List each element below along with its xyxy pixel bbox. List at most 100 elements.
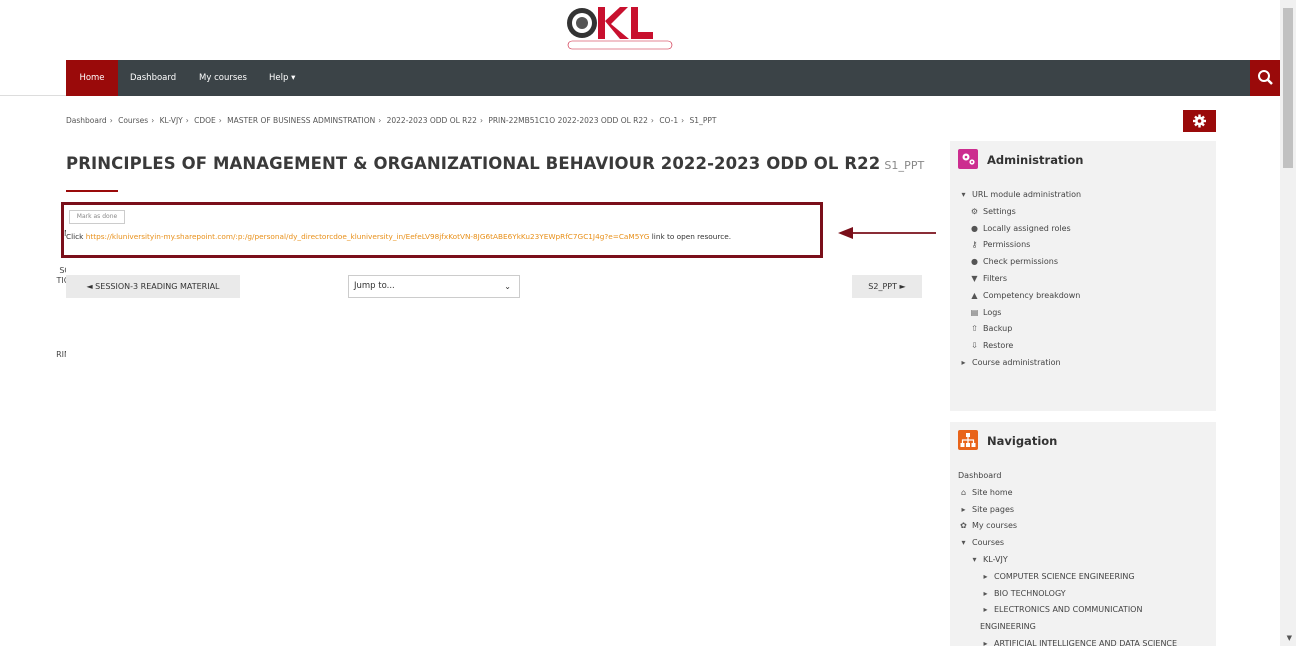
navigation-block: Navigation Dashboard ⌂ Site home ▸ Site page…: [950, 422, 1216, 646]
resource-url-link[interactable]: https://kluniversityin-my.sharepoint.com…: [86, 232, 650, 241]
tree-item[interactable]: ▾ URL module administration: [958, 187, 1081, 204]
chevron-down-icon: ⌄: [504, 282, 511, 291]
tree-item-label: ARTIFICIAL INTELLIGENCE AND DATA SCIENCE: [994, 638, 1178, 646]
tree-item-label: URL module administration: [972, 190, 1082, 199]
admin-tree: ▾ URL module administration ⚙ Settings ● Loca…: [958, 187, 1081, 372]
search-button[interactable]: [1250, 60, 1280, 96]
tree-item[interactable]: ▸ Course administration: [958, 355, 1081, 372]
tree-item[interactable]: ▸ COMPUTER SCIENCE ENGINEERING: [958, 569, 1177, 586]
breadcrumb-item[interactable]: 2022-2023 ODD OL R22: [387, 116, 477, 125]
nav-my-courses[interactable]: My courses: [199, 60, 247, 96]
breadcrumb-item[interactable]: MASTER OF BUSINESS ADMINSTRATION: [227, 116, 375, 125]
tree-item[interactable]: ▼ Filters: [958, 271, 1081, 288]
tree-item[interactable]: ⚙ Settings: [958, 204, 1081, 221]
caret-right-icon: ▸: [983, 638, 988, 646]
logo-graphic: [567, 7, 673, 50]
drawer-text: SC: [59, 266, 66, 275]
user-icon: ●: [971, 223, 978, 233]
scrollbar-thumb[interactable]: [1283, 8, 1293, 168]
breadcrumb-item[interactable]: CDOE: [194, 116, 216, 125]
caret-right-icon: ▸: [983, 605, 988, 615]
tree-item-label: Check permissions: [983, 257, 1059, 267]
caret-down-icon: ▾: [972, 554, 977, 564]
tree-item[interactable]: ⚷ Permissions: [958, 237, 1081, 254]
breadcrumb-item[interactable]: Courses: [118, 116, 148, 125]
tree-item-label: Settings: [983, 206, 1016, 216]
tree-item[interactable]: ● Locally assigned roles: [958, 221, 1081, 238]
kl-university-logo[interactable]: [560, 3, 680, 55]
jump-to-select[interactable]: Jump to... ⌄: [348, 275, 520, 298]
tree-item-label: Backup: [983, 324, 1013, 334]
navigation-tree: Dashboard ⌂ Site home ▸ Site pages ✿ My course…: [958, 468, 1177, 646]
next-activity-button[interactable]: S2_PPT ►: [852, 275, 922, 298]
caret-right-icon: ▸: [983, 571, 988, 581]
tree-item[interactable]: ▸ Site pages: [958, 502, 1177, 519]
drawer-divider: [0, 95, 66, 96]
restore-icon: ⇩: [971, 341, 978, 351]
title-underline: [66, 190, 118, 192]
nav-dashboard[interactable]: Dashboard: [130, 60, 176, 96]
tree-item-label: Site home: [972, 487, 1013, 497]
tree-item-label: Course administration: [972, 357, 1061, 367]
logs-icon: ▤: [970, 307, 979, 317]
breadcrumb-item[interactable]: Dashboard: [66, 116, 107, 125]
tree-item-label: Permissions: [983, 240, 1031, 250]
tree-item[interactable]: ⇧ Backup: [958, 321, 1081, 338]
previous-activity-button[interactable]: ◄ SESSION-3 READING MATERIAL: [66, 275, 240, 298]
tree-item-label: Logs: [983, 307, 1002, 317]
tree-item[interactable]: Dashboard: [958, 468, 1177, 485]
tree-item[interactable]: ✿ My courses: [958, 518, 1177, 535]
tree-item-label: Locally assigned roles: [983, 223, 1071, 233]
tree-item[interactable]: ▸ ELECTRONICS AND COMMUNICATION: [958, 602, 1177, 619]
nav-home[interactable]: Home: [66, 60, 118, 96]
breadcrumb: Dashboard › Courses › KL-VJY › CDOE › MASTER…: [66, 116, 717, 125]
tree-item[interactable]: ▤ Logs: [958, 305, 1081, 322]
breadcrumb-item[interactable]: S1_PPT: [690, 116, 717, 125]
administration-block: Administration ▾ URL module administratio…: [950, 141, 1216, 411]
tree-item[interactable]: ⌂ Site home: [958, 485, 1177, 502]
tree-item[interactable]: ● Check permissions: [958, 254, 1081, 271]
breadcrumb-item[interactable]: PRIN-22MB51C1O 2022-2023 ODD OL R22: [488, 116, 648, 125]
tree-item-label: My courses: [972, 521, 1018, 531]
page-subtitle: S1_PPT: [884, 159, 925, 172]
tree-item-label: Restore: [983, 341, 1014, 351]
user-check-icon: ●: [971, 257, 978, 267]
sitemap-icon: [958, 430, 978, 450]
scroll-down-arrow-icon[interactable]: ▼: [1287, 634, 1292, 642]
tree-item[interactable]: ⇩ Restore: [958, 338, 1081, 355]
tree-item-label: Dashboard: [958, 471, 1002, 480]
tree-item[interactable]: ▸ ARTIFICIAL INTELLIGENCE AND DATA SCIENC…: [958, 636, 1177, 646]
tree-item-label: Competency breakdown: [983, 290, 1081, 300]
tree-item[interactable]: ▲ Competency breakdown: [958, 288, 1081, 305]
gear-icon: ⚙: [970, 206, 979, 216]
nav-block-title: Navigation: [987, 434, 1058, 448]
tree-item[interactable]: ▾ Courses: [958, 535, 1177, 552]
page-settings-button[interactable]: [1183, 110, 1216, 132]
page-title: PRINCIPLES OF MANAGEMENT & ORGANIZATIONA…: [66, 154, 925, 173]
tree-item-label: BIO TECHNOLOGY: [994, 588, 1066, 598]
caret-right-icon: ▸: [961, 357, 966, 367]
caret-right-icon: ▸: [983, 588, 988, 598]
page-scrollbar[interactable]: ▼: [1280, 0, 1296, 646]
admin-cogs-icon: [958, 149, 978, 169]
drawer-text: RIN: [56, 350, 66, 359]
nav-help[interactable]: Help ▾: [269, 60, 295, 96]
search-icon: [1258, 70, 1273, 85]
tree-item-label: KL-VJY: [983, 554, 1008, 564]
tree-item[interactable]: ENGINEERING: [958, 619, 1177, 636]
breadcrumb-item[interactable]: CO-1: [659, 116, 678, 125]
mark-as-done-button[interactable]: Mark as done: [69, 210, 125, 224]
tree-item-label: COMPUTER SCIENCE ENGINEERING: [994, 571, 1135, 581]
breadcrumb-item[interactable]: KL-VJY: [160, 116, 183, 125]
backup-icon: ⇧: [971, 324, 978, 334]
resource-link-line: Click https://kluniversityin-my.sharepoi…: [66, 232, 732, 241]
left-drawer-edge: N SC TIO RIN: [0, 95, 66, 646]
tree-item[interactable]: ▸ BIO TECHNOLOGY: [958, 586, 1177, 603]
courses-icon: ✿: [960, 521, 967, 531]
competency-icon: ▲: [971, 290, 978, 300]
gear-icon: [1193, 114, 1206, 128]
admin-block-title: Administration: [987, 153, 1084, 167]
tree-item[interactable]: ▾ KL-VJY: [958, 552, 1177, 569]
tree-item-label: ENGINEERING: [980, 622, 1036, 632]
caret-down-icon: ▾: [961, 190, 966, 199]
